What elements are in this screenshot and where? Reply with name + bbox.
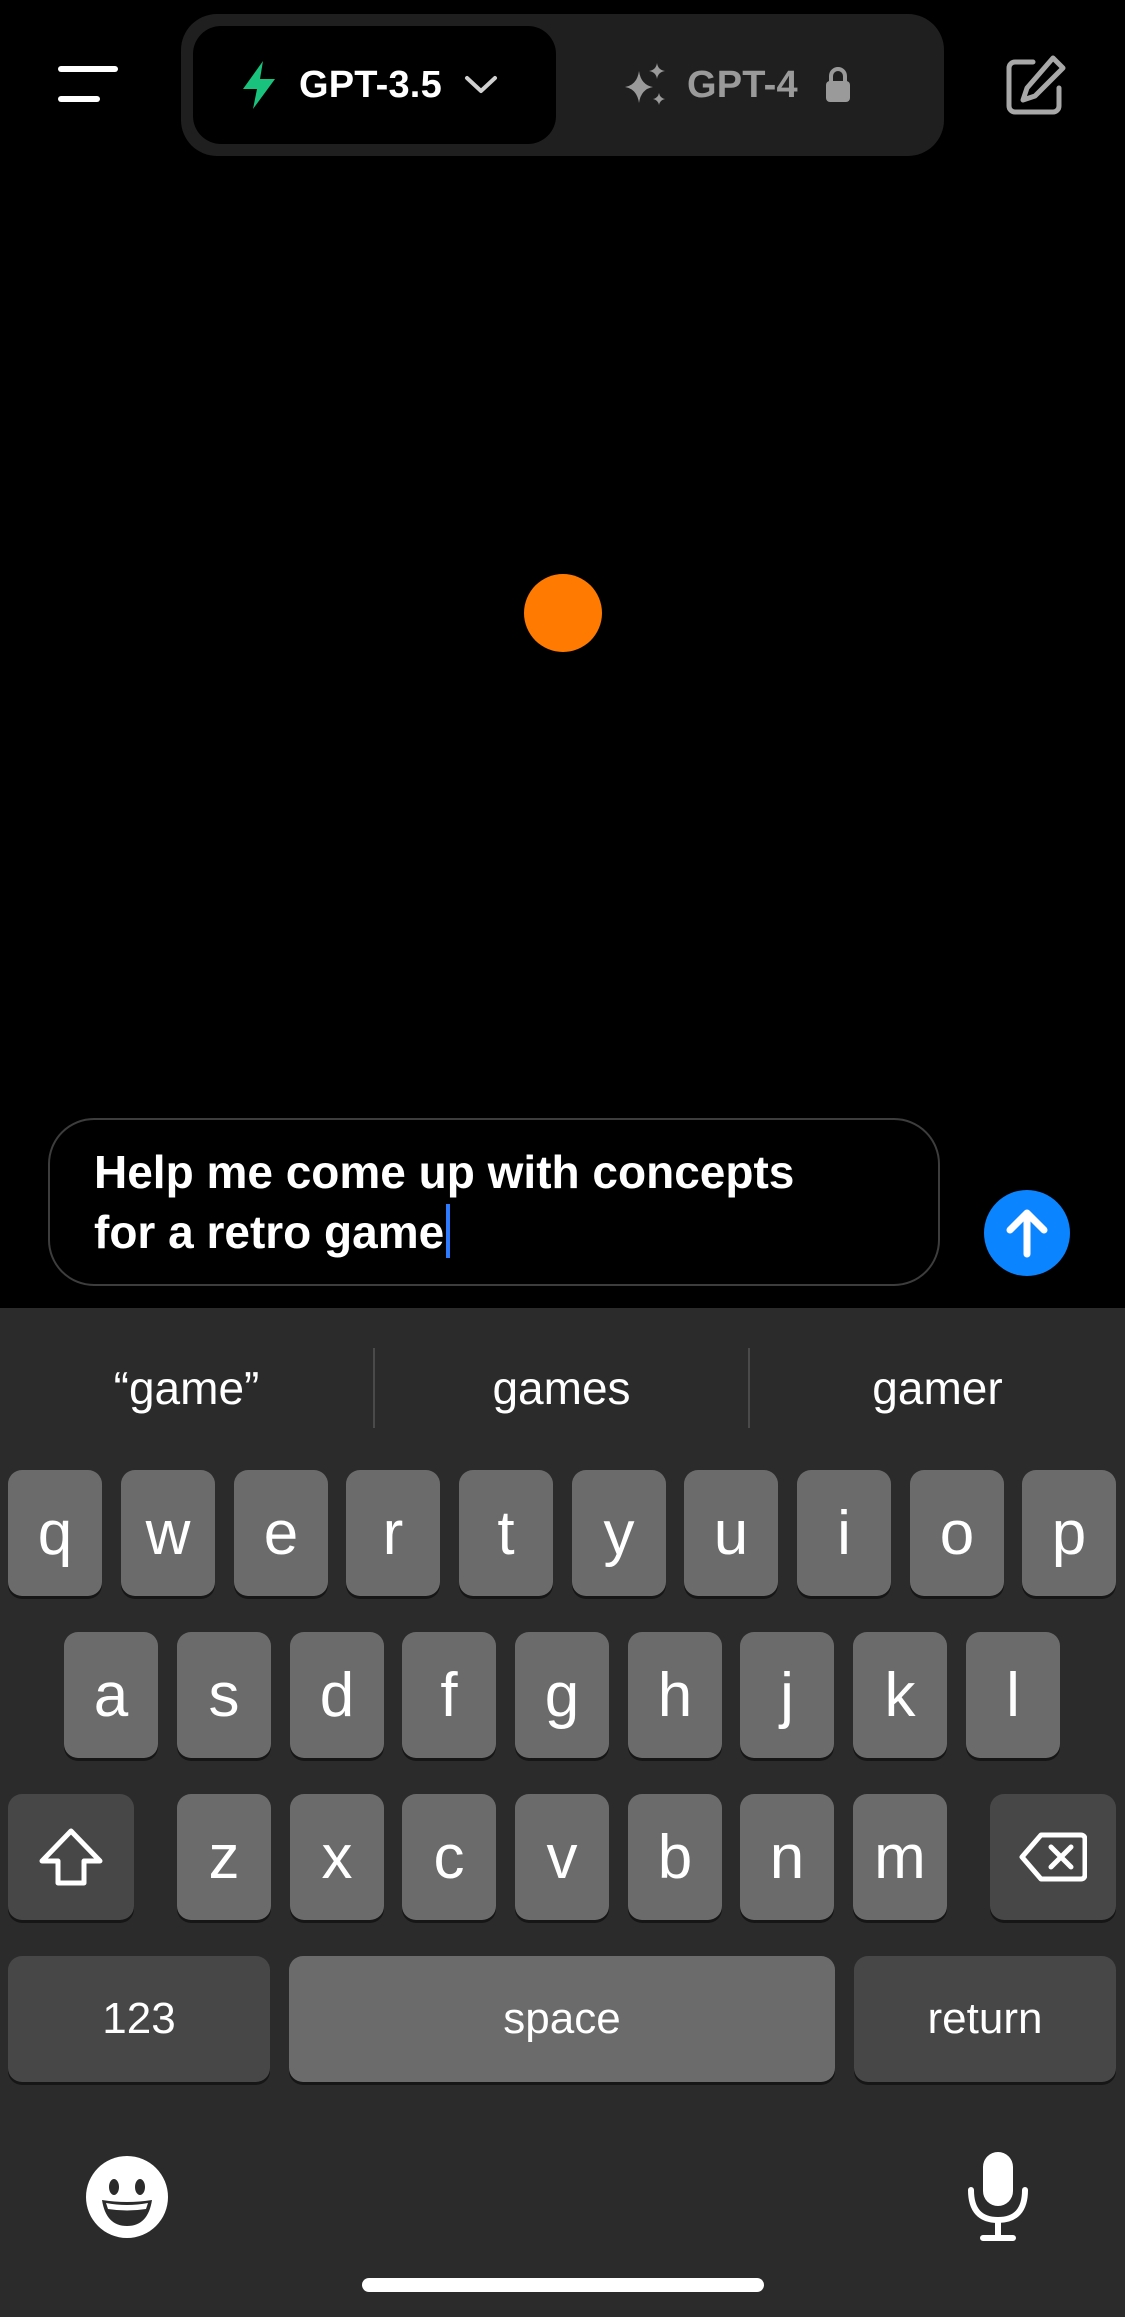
key-m[interactable]: m <box>853 1794 947 1920</box>
key-o[interactable]: o <box>910 1470 1004 1596</box>
message-line-1: Help me come up with concepts <box>94 1146 795 1198</box>
key-l[interactable]: l <box>966 1632 1060 1758</box>
key-z[interactable]: z <box>177 1794 271 1920</box>
text-caret <box>446 1204 451 1258</box>
key-a[interactable]: a <box>64 1632 158 1758</box>
key-i[interactable]: i <box>797 1470 891 1596</box>
key-p[interactable]: p <box>1022 1470 1116 1596</box>
model-switcher: GPT-3.5 GPT-4 <box>181 14 944 156</box>
bolt-icon <box>243 61 275 109</box>
microphone-icon[interactable] <box>963 2150 1033 2242</box>
key-d[interactable]: d <box>290 1632 384 1758</box>
menu-icon[interactable] <box>58 62 122 108</box>
model-option-gpt-3-5[interactable]: GPT-3.5 <box>193 26 556 144</box>
message-line-2: for a retro game <box>94 1206 445 1258</box>
key-q[interactable]: q <box>8 1470 102 1596</box>
chevron-down-icon <box>464 76 497 93</box>
model-option-gpt-4[interactable]: GPT-4 <box>589 26 929 144</box>
key-g[interactable]: g <box>515 1632 609 1758</box>
numbers-key[interactable]: 123 <box>8 1956 270 2082</box>
backspace-icon <box>1019 1832 1087 1882</box>
sparkle-icon <box>625 63 665 105</box>
emoji-icon[interactable] <box>84 2154 170 2240</box>
model-label: GPT-4 <box>687 63 798 106</box>
shift-key[interactable] <box>8 1794 134 1920</box>
key-k[interactable]: k <box>853 1632 947 1758</box>
home-indicator[interactable] <box>362 2278 764 2292</box>
key-c[interactable]: c <box>402 1794 496 1920</box>
model-label: GPT-3.5 <box>299 63 442 106</box>
suggestion-item[interactable]: “game” <box>0 1348 373 1428</box>
space-key[interactable]: space <box>289 1956 835 2082</box>
return-key[interactable]: return <box>854 1956 1116 2082</box>
arrow-up-icon <box>1006 1209 1048 1258</box>
shift-icon <box>39 1828 103 1886</box>
lock-icon <box>825 67 850 102</box>
key-r[interactable]: r <box>346 1470 440 1596</box>
key-s[interactable]: s <box>177 1632 271 1758</box>
key-x[interactable]: x <box>290 1794 384 1920</box>
new-chat-icon[interactable] <box>1003 54 1067 118</box>
key-f[interactable]: f <box>402 1632 496 1758</box>
backspace-key[interactable] <box>990 1794 1116 1920</box>
key-u[interactable]: u <box>684 1470 778 1596</box>
key-e[interactable]: e <box>234 1470 328 1596</box>
voice-orb <box>524 574 602 652</box>
message-text: Help me come up with concepts for a retr… <box>94 1142 894 1262</box>
suggestion-item[interactable]: games <box>375 1348 748 1428</box>
suggestion-bar: “game” games gamer <box>0 1308 1125 1468</box>
key-b[interactable]: b <box>628 1794 722 1920</box>
key-w[interactable]: w <box>121 1470 215 1596</box>
message-input[interactable]: Help me come up with concepts for a retr… <box>48 1118 940 1286</box>
key-y[interactable]: y <box>572 1470 666 1596</box>
send-button[interactable] <box>984 1190 1070 1276</box>
key-j[interactable]: j <box>740 1632 834 1758</box>
key-v[interactable]: v <box>515 1794 609 1920</box>
key-t[interactable]: t <box>459 1470 553 1596</box>
key-h[interactable]: h <box>628 1632 722 1758</box>
suggestion-item[interactable]: gamer <box>750 1348 1125 1428</box>
key-n[interactable]: n <box>740 1794 834 1920</box>
